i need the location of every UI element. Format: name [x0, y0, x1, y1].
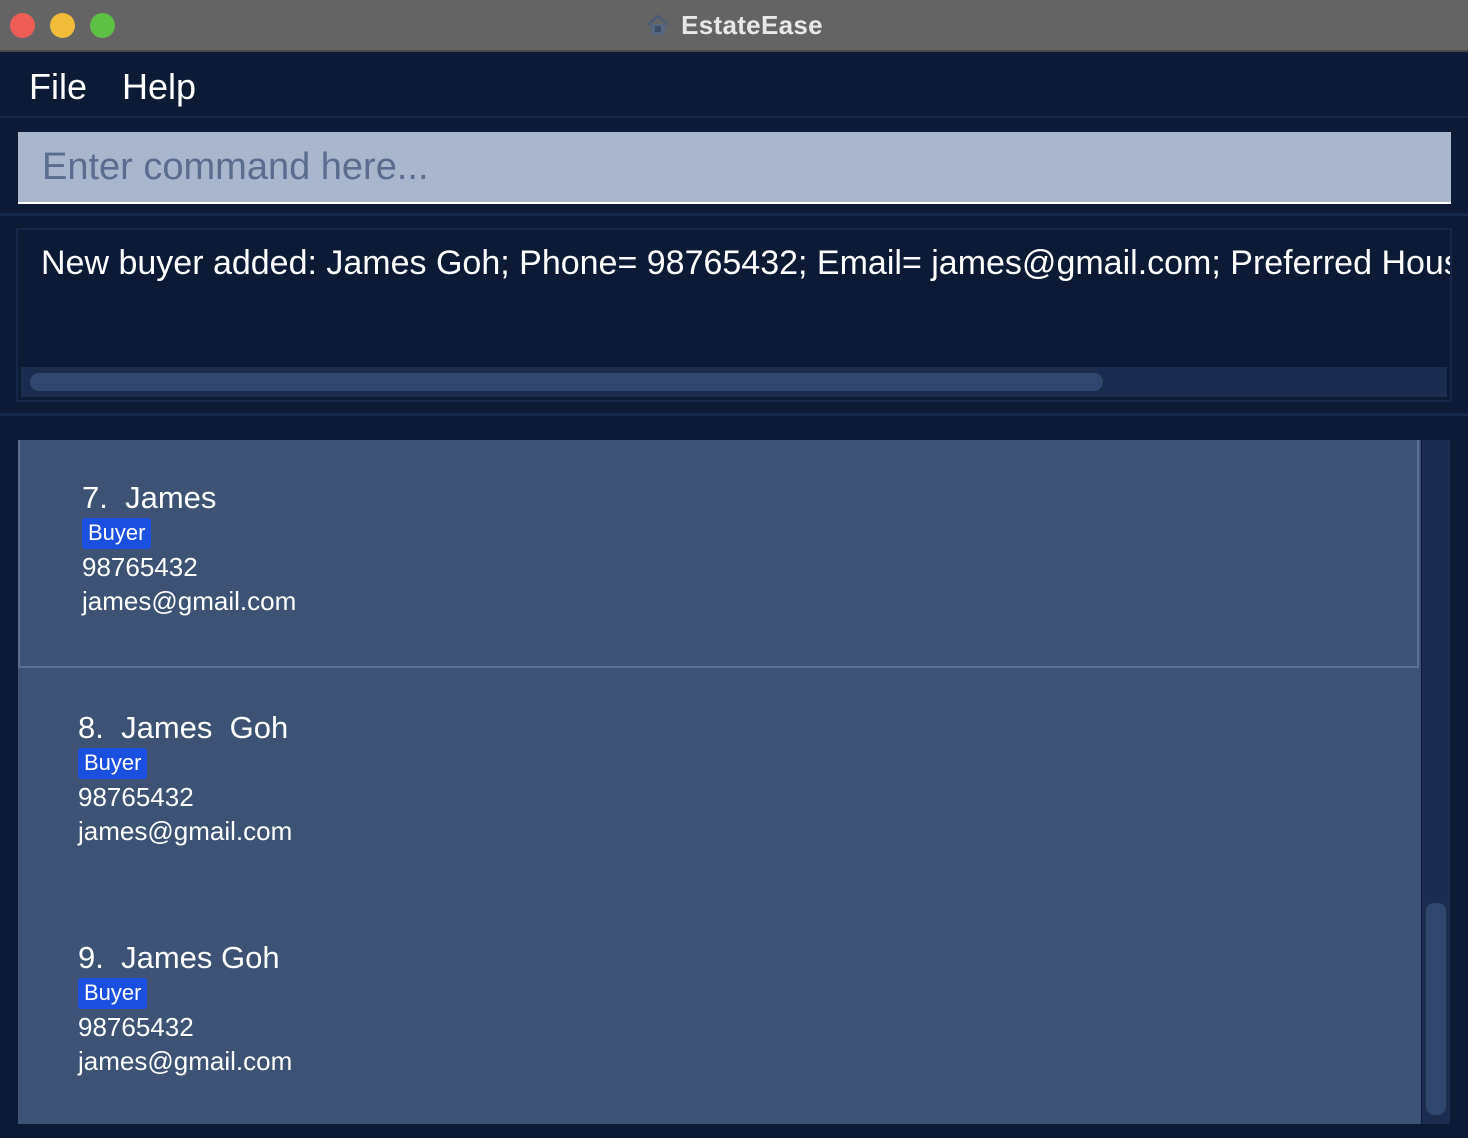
menu-file[interactable]: File: [29, 66, 87, 108]
title-wrap: EstateEase: [0, 0, 1468, 50]
person-phone: 98765432: [78, 1012, 194, 1042]
result-horizontal-scrollbar[interactable]: [21, 367, 1447, 397]
person-phone: 98765432: [78, 782, 194, 812]
person-list-vertical-scrollbar[interactable]: [1422, 440, 1450, 1124]
person-card[interactable]: 9. James Goh Buyer 98765432 james@gmail.…: [18, 900, 1419, 1124]
app-window: EstateEase File Help New buyer added: Ja…: [0, 0, 1468, 1138]
result-message: New buyer added: James Goh; Phone= 98765…: [41, 244, 1452, 282]
person-tag: Buyer: [78, 978, 148, 1009]
person-list-scroll-thumb[interactable]: [1426, 903, 1446, 1115]
person-name: 9. James Goh: [78, 940, 280, 975]
person-card[interactable]: 7. James Buyer 98765432 james@gmail.com: [18, 440, 1419, 668]
command-box-area: [0, 120, 1468, 216]
person-list[interactable]: 7. James Buyer 98765432 james@gmail.com …: [18, 440, 1421, 1124]
window-title: EstateEase: [681, 9, 823, 40]
command-input[interactable]: [18, 132, 1451, 204]
person-email: james@gmail.com: [78, 816, 293, 846]
result-scroll-thumb[interactable]: [30, 373, 1103, 391]
person-name: 7. James: [82, 480, 217, 515]
house-icon: [645, 12, 671, 38]
person-tag: Buyer: [78, 748, 148, 779]
person-card[interactable]: 8. James Goh Buyer 98765432 james@gmail.…: [18, 670, 1419, 898]
person-email: james@gmail.com: [82, 586, 297, 616]
person-tag: Buyer: [82, 518, 152, 549]
person-list-area: 7. James Buyer 98765432 james@gmail.com …: [0, 419, 1468, 1138]
result-display: New buyer added: James Goh; Phone= 98765…: [16, 228, 1452, 402]
result-display-area: New buyer added: James Goh; Phone= 98765…: [0, 218, 1468, 416]
person-name: 8. James Goh: [78, 710, 289, 745]
person-email: james@gmail.com: [78, 1046, 293, 1076]
menu-help[interactable]: Help: [122, 66, 196, 108]
title-bar[interactable]: EstateEase: [0, 0, 1468, 52]
menu-bar: File Help: [0, 54, 1468, 118]
person-phone: 98765432: [82, 552, 198, 582]
